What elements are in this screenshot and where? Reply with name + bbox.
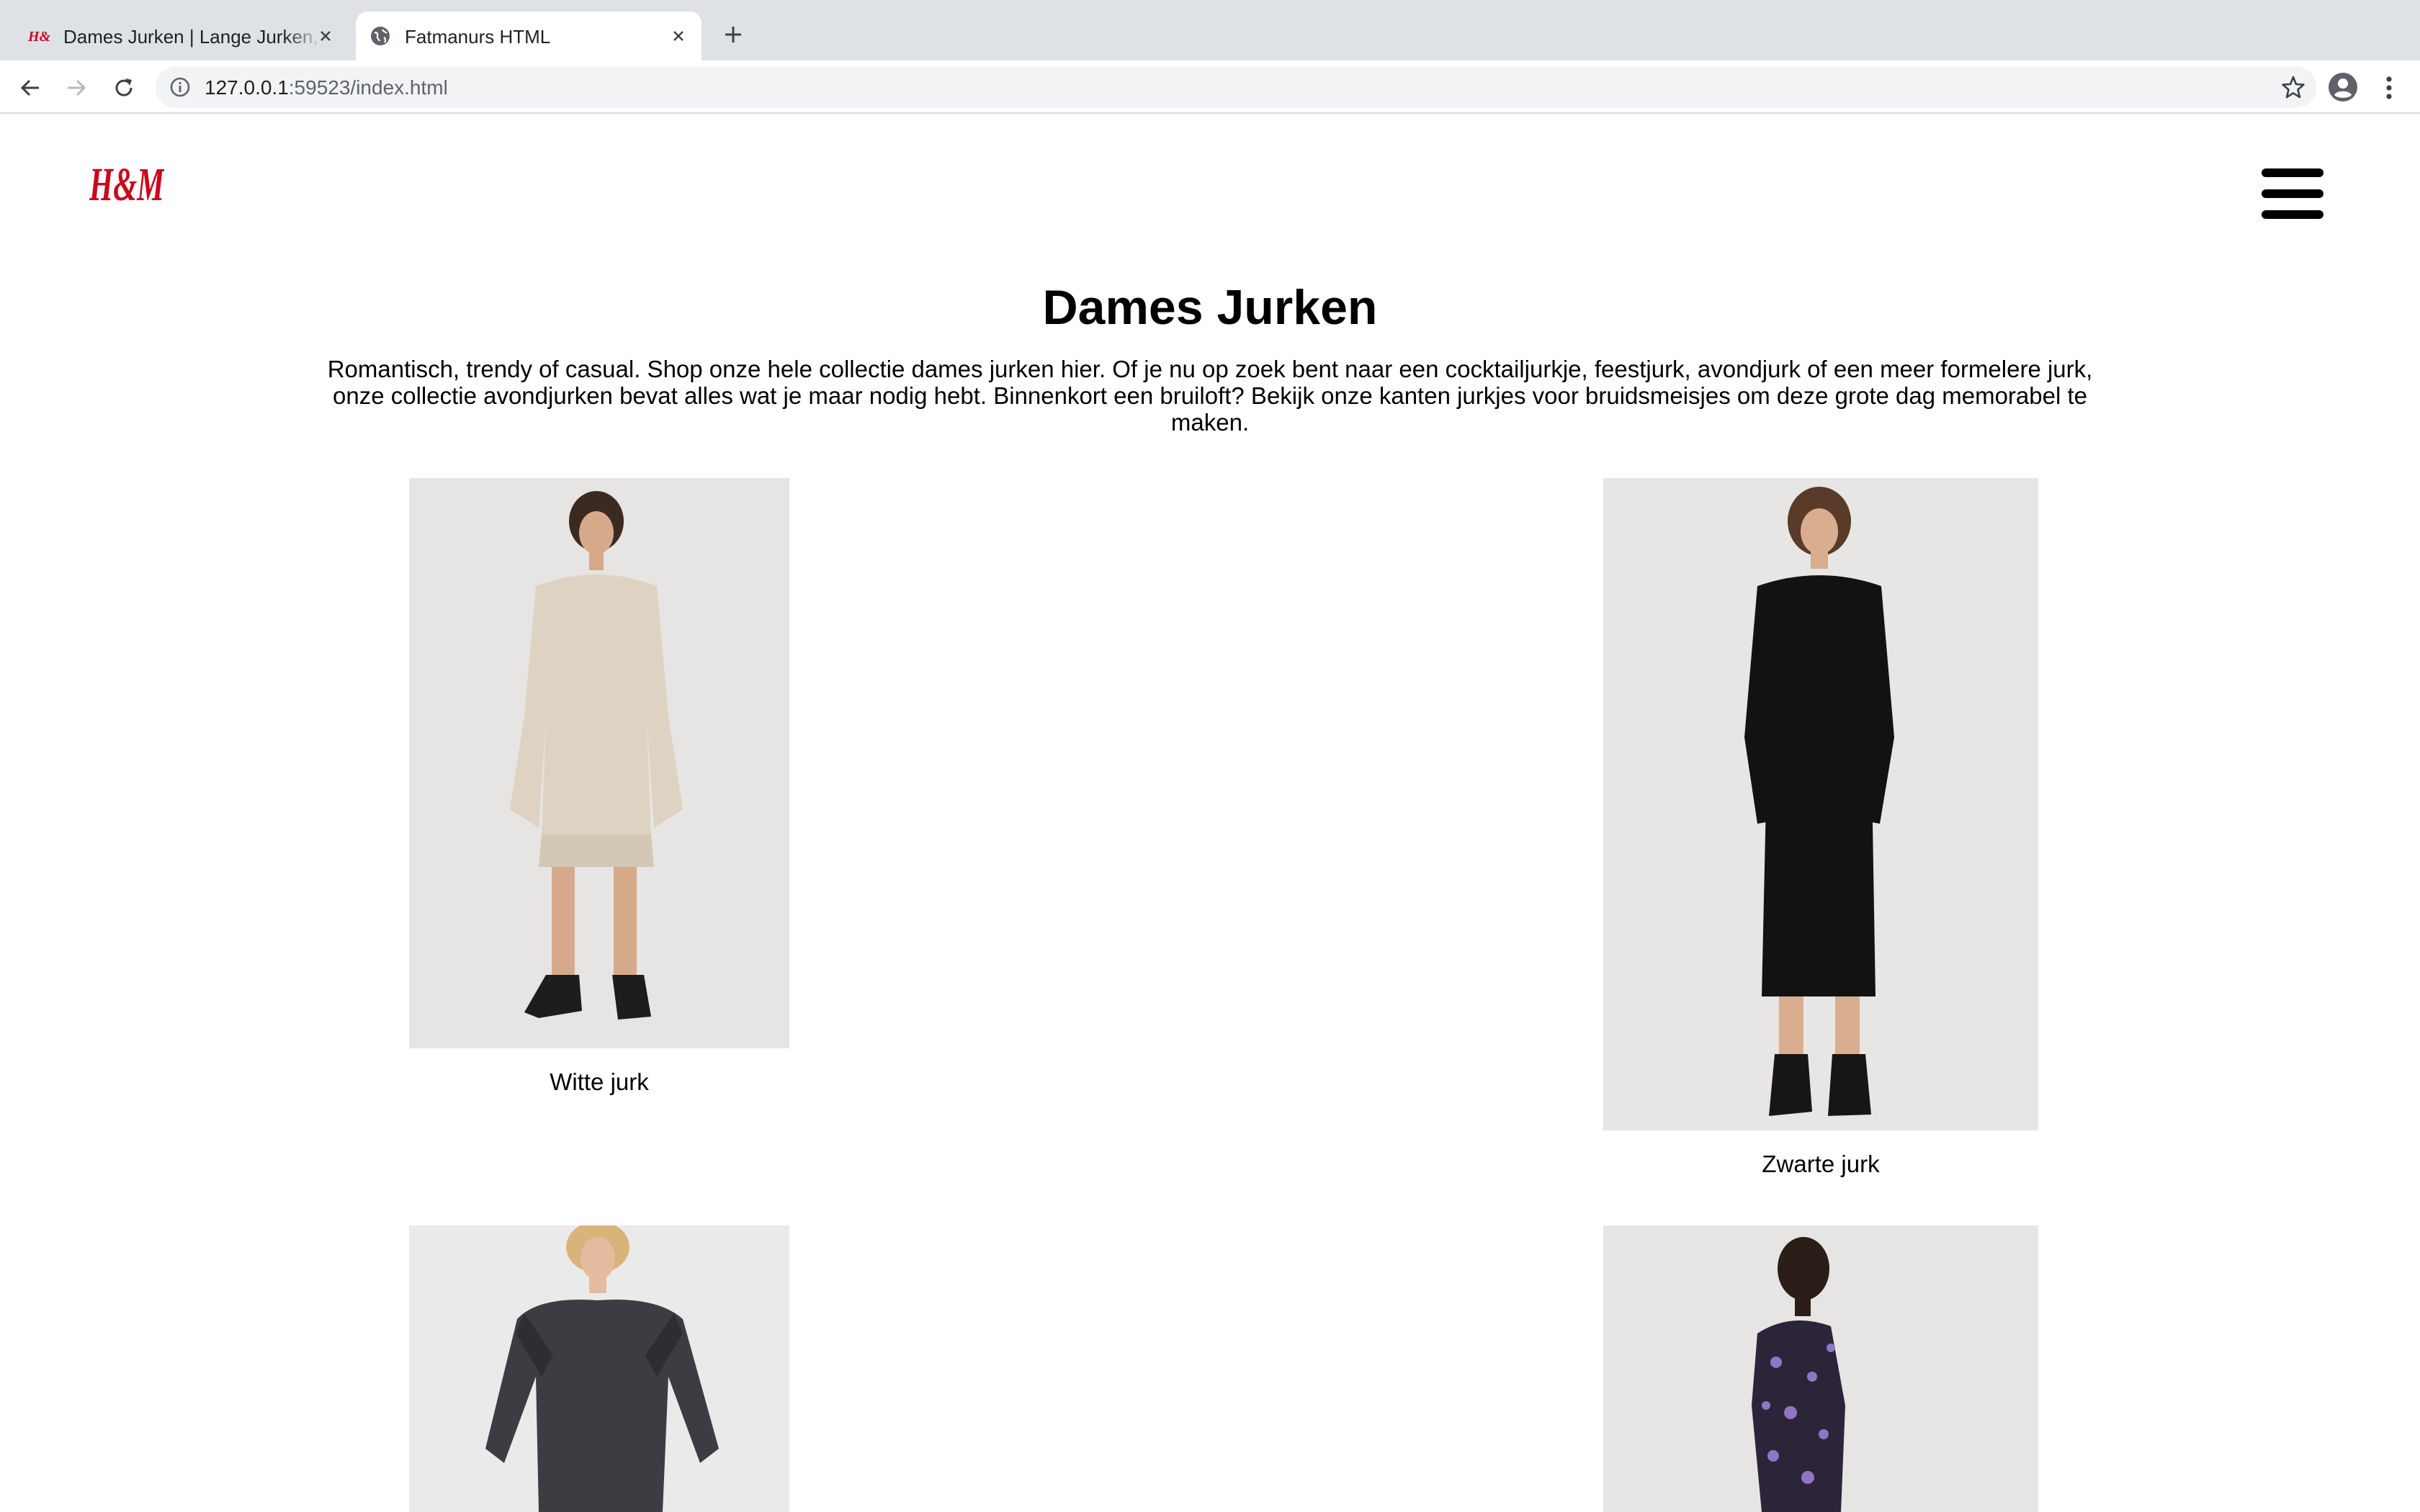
product-card[interactable]: Zwarte jurk — [1603, 478, 2038, 1184]
intro-text: Romantisch, trendy of casual. Shop onze … — [327, 356, 2093, 436]
forward-arrow-icon[interactable] — [60, 72, 92, 104]
browser-menu-kebab-icon[interactable] — [2377, 72, 2401, 104]
product-photo[interactable] — [409, 1225, 789, 1512]
bookmark-star-icon[interactable] — [2280, 74, 2306, 100]
product-caption[interactable]: Zwarte jurk — [1603, 1151, 2038, 1178]
close-tab-icon[interactable] — [666, 23, 691, 49]
product-photo[interactable] — [1603, 478, 2038, 1130]
address-bar[interactable]: 127.0.0.1:59523/index.html — [156, 66, 2316, 108]
hamburger-menu-icon[interactable] — [2262, 168, 2323, 219]
browser-tab-strip: H&M Dames Jurken | Lange Jurken, Fatmanu… — [0, 0, 2420, 60]
svg-text:H&M: H&M — [89, 158, 164, 207]
hm-logo-icon: H&M — [27, 29, 50, 45]
product-card[interactable] — [1603, 1225, 2038, 1512]
new-tab-plus-icon[interactable] — [719, 20, 748, 49]
hm-logo[interactable]: H&M — [89, 156, 164, 207]
browser-tab-active[interactable]: Fatmanurs HTML — [356, 12, 702, 60]
product-caption[interactable]: Witte jurk — [409, 1068, 789, 1096]
site-info-icon[interactable] — [169, 76, 192, 99]
product-card[interactable]: Witte jurk — [409, 478, 789, 1104]
page-title: Dames Jurken — [1042, 280, 1378, 335]
globe-icon — [371, 27, 390, 45]
browser-tab-hm[interactable]: H&M Dames Jurken | Lange Jurken, — [14, 12, 349, 60]
svg-text:H&M: H&M — [27, 29, 50, 45]
profile-avatar-icon[interactable] — [2326, 71, 2360, 104]
reload-icon[interactable] — [108, 72, 140, 104]
close-tab-icon[interactable] — [313, 23, 339, 49]
product-photo[interactable] — [1603, 1225, 2038, 1512]
product-card[interactable] — [409, 1225, 789, 1512]
product-photo[interactable] — [409, 478, 789, 1048]
tab-title: Fatmanurs HTML — [405, 26, 551, 48]
back-arrow-icon[interactable] — [14, 72, 46, 104]
address-url: 127.0.0.1:59523/index.html — [205, 76, 448, 99]
tab-title: Dames Jurken | Lange Jurken, — [63, 26, 318, 48]
browser-toolbar: 127.0.0.1:59523/index.html — [0, 60, 2420, 114]
